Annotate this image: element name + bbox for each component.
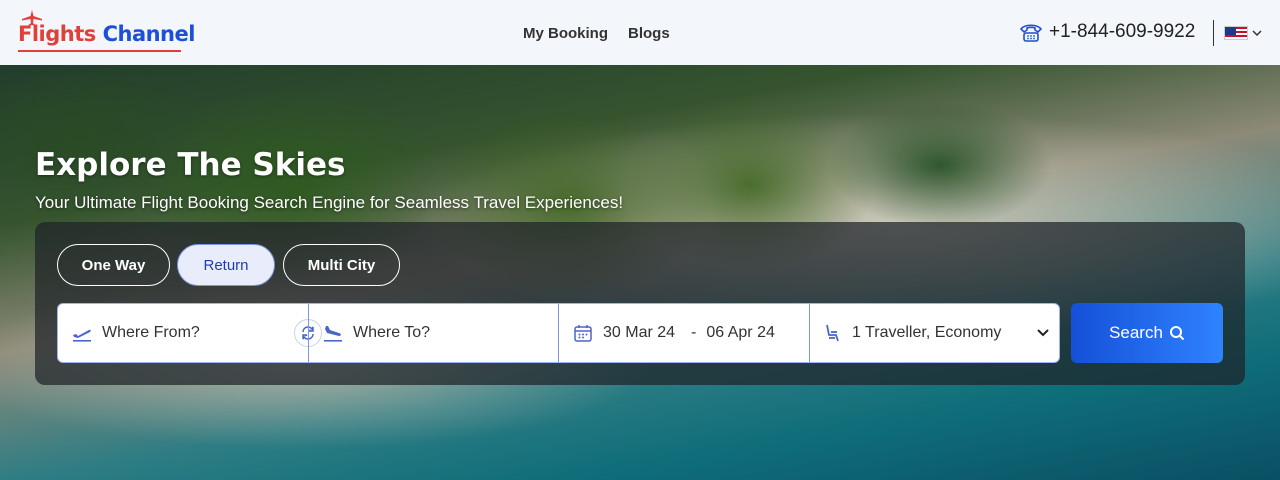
travellers-field[interactable]: 1 Traveller, Economy [824,304,1049,362]
chevron-down-icon [1037,329,1049,337]
brand-name-part1: Flights [18,22,96,46]
search-button-label: Search [1109,323,1163,342]
search-panel: One Way Return Multi City Where From? Wh… [35,222,1245,385]
brand-underline [18,50,181,52]
trip-type-one-way[interactable]: One Way [57,244,170,286]
site-header: Flights Channel My Booking Blogs +1-844-… [0,0,1280,65]
to-placeholder: Where To? [353,324,431,341]
flight-search-form: Where From? Where To? 30 Mar 24 - 06 Apr… [57,303,1060,363]
search-icon [1169,326,1185,341]
calendar-icon [574,325,592,342]
brand-logo[interactable]: Flights Channel [18,10,195,54]
header-divider [1213,20,1214,46]
brand-name: Flights Channel [18,22,195,46]
date-separator: - [691,324,697,341]
nav-blogs[interactable]: Blogs [628,25,670,42]
hero-section: Explore The Skies Your Ultimate Flight B… [0,65,1280,480]
nav-my-booking[interactable]: My Booking [523,25,608,42]
field-divider [809,304,810,362]
trip-type-return[interactable]: Return [177,244,275,286]
brand-name-part2: Channel [102,22,196,46]
main-nav: My Booking Blogs [523,25,670,42]
field-divider [308,304,309,362]
search-button[interactable]: Search [1071,303,1223,363]
chevron-down-icon [1252,30,1262,37]
field-divider [558,304,559,362]
trip-type-multi-city[interactable]: Multi City [283,244,400,286]
seat-icon [826,324,839,342]
landing-icon [324,326,342,342]
language-selector[interactable] [1224,26,1262,40]
phone-number: +1-844-609-9922 [1049,21,1196,42]
travellers-value: 1 Traveller, Economy [852,324,1002,341]
return-date: 06 Apr 24 [706,324,775,341]
to-field[interactable]: Where To? [323,304,553,362]
us-flag-icon [1224,26,1248,40]
takeoff-icon [73,329,91,342]
from-field[interactable]: Where From? [72,304,292,362]
hero-subtitle: Your Ultimate Flight Booking Search Engi… [35,193,624,212]
date-field[interactable]: 30 Mar 24 - 06 Apr 24 [573,304,803,362]
phone-contact[interactable]: +1-844-609-9922 [1019,20,1195,44]
depart-date: 30 Mar 24 [603,324,676,341]
phone-icon [1019,24,1043,42]
hero-title: Explore The Skies [35,147,346,183]
from-placeholder: Where From? [102,324,200,341]
